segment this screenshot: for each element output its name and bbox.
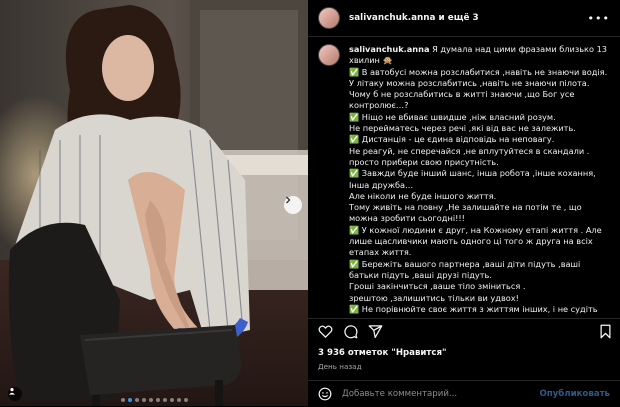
caption-line-text: Чому б не розслабитись в житті знаючи ,щ… (349, 89, 575, 111)
post-header: salivanchuk.anna и ещё 3 ••• (308, 0, 620, 37)
caption-line: зрештою ,залишитись тільки ви удвох! (349, 293, 611, 304)
caption-line: ✅ Дистанція - це єдина відповідь на непо… (349, 134, 611, 145)
post-caption: salivanchuk.anna Я думала над цими фраза… (318, 44, 612, 316)
likes-count[interactable]: 3 936 отметок "Нравится" (318, 348, 447, 358)
carousel-indicator (0, 398, 308, 402)
photo-illustration (0, 0, 308, 406)
caption-line: Чому б не розслабитись в житті знаючи ,щ… (349, 89, 611, 112)
carousel-dot (155, 398, 160, 402)
caption-line: ✅ Завжди буде інший шанс, інша робота ,і… (349, 168, 611, 191)
caption-line-text: ✅ В автобусі можна розслабитися ,навіть … (349, 66, 608, 77)
comment-input[interactable] (342, 389, 540, 399)
caption-line-text: ✅ Не порівнюйте своє життя з життям інши… (349, 303, 598, 314)
emoji-icon[interactable] (318, 387, 332, 401)
caption-line: salivanchuk.anna Я думала над цими фраза… (349, 44, 611, 67)
caption-line: ✅ Бережіть вашого партнера ,ваші діти пі… (349, 259, 611, 282)
caption-line-text: зрештою ,залишитись тільки ви удвох! (349, 292, 519, 303)
carousel-dot (162, 398, 167, 402)
carousel-dot (183, 398, 188, 402)
comment-bar: Опубликовать (308, 380, 620, 407)
caption-line-text: ✅ Завжди буде інший шанс, інша робота ,і… (349, 168, 596, 190)
caption-line: ✅ У кожної людини є друг, на Кожному ета… (349, 225, 611, 259)
instagram-post-window: salivanchuk.anna и ещё 3 ••• salivanchuk… (0, 0, 620, 406)
carousel-dot (176, 398, 181, 402)
more-horizontal-icon[interactable]: ••• (588, 12, 610, 25)
caption-line-text: ✅ Ніщо не вбиває швидше ,ніж власний роз… (349, 111, 556, 122)
carousel-dot (120, 398, 125, 402)
carousel-dot (127, 398, 132, 402)
carousel-dot (148, 398, 153, 402)
action-bar (308, 318, 620, 343)
caption-line: Не реагуй, не сперечайся ,не вплутуйтеся… (349, 146, 611, 169)
share-icon[interactable] (368, 324, 383, 339)
caption-line: У літаку можна розслабитись ,навіть не з… (349, 78, 611, 89)
caption-line: Тому живіть на повну ,Не залишайте на по… (349, 202, 611, 225)
caption-line-text: У літаку можна розслабитись ,навіть не з… (349, 77, 590, 88)
caption-author-avatar[interactable] (318, 44, 340, 66)
caption-line-text: Але ніколи не буде іншого життя. (349, 190, 497, 201)
author-avatar[interactable] (318, 7, 340, 29)
next-slide-button[interactable] (284, 196, 302, 214)
bookmark-icon[interactable] (598, 324, 613, 339)
post-photo[interactable] (0, 0, 308, 406)
caption-line-text: Не реагуй, не сперечайся ,не вплутуйтеся… (349, 145, 590, 167)
user-icon (9, 388, 15, 395)
caption-text: salivanchuk.anna Я думала над цими фраза… (349, 44, 611, 316)
caption-line-text: Тому живіть на повну ,Не залишайте на по… (349, 202, 582, 224)
publish-button[interactable]: Опубликовать (539, 389, 610, 399)
chevron-right-icon (286, 196, 291, 204)
caption-line-text: ✅ Дистанція - це єдина відповідь на непо… (349, 134, 555, 145)
heart-icon[interactable] (318, 324, 333, 339)
carousel-dot (169, 398, 174, 402)
caption-line: ✅ В автобусі можна розслабитися ,навіть … (349, 67, 611, 78)
carousel-dot (134, 398, 139, 402)
caption-line-text: Не перейматесь через речі ,які від вас н… (349, 123, 576, 134)
post-timestamp[interactable]: День назад (318, 362, 362, 371)
caption-line: ✅ Ніщо не вбиває швидше ,ніж власний роз… (349, 112, 611, 123)
caption-username[interactable]: salivanchuk.anna (349, 44, 429, 54)
comment-icon[interactable] (343, 324, 358, 339)
author-username[interactable]: salivanchuk.anna и ещё 3 (349, 13, 479, 23)
caption-line-text: Гроші закінчиться ,ваше тіло зміниться . (349, 281, 526, 292)
carousel-dot (141, 398, 146, 402)
caption-line: Але ніколи не буде іншого життя. (349, 191, 611, 202)
caption-line: ✅ Не порівнюйте своє життя з життям інши… (349, 304, 611, 315)
caption-line-text: ✅ У кожної людини є друг, на Кожному ета… (349, 224, 602, 258)
caption-line-text: ✅ Бережіть вашого партнера ,ваші діти пі… (349, 258, 581, 280)
caption-line: Гроші закінчиться ,ваше тіло зміниться . (349, 281, 611, 292)
caption-line: Не перейматесь через речі ,які від вас н… (349, 123, 611, 134)
post-details-panel: salivanchuk.anna и ещё 3 ••• salivanchuk… (308, 0, 620, 406)
